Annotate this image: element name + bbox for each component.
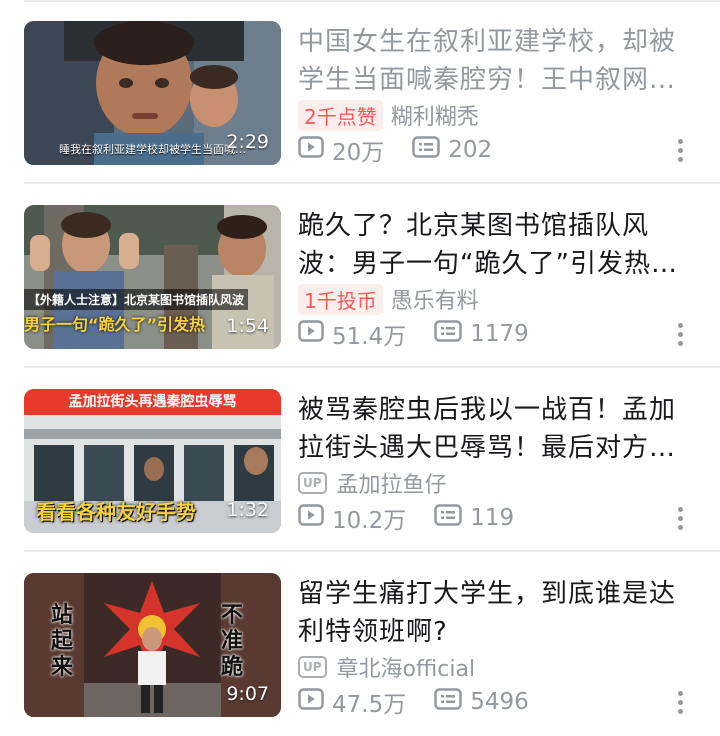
video-meta: UP 孟加拉鱼仔 — [298, 468, 447, 498]
danmaku-icon — [434, 320, 462, 348]
video-duration: 2:29 — [226, 131, 269, 153]
like-badge: 2千点赞 — [298, 99, 383, 131]
view-count: 20万 — [332, 140, 385, 166]
author-name[interactable]: 愚乐有料 — [391, 283, 479, 315]
more-icon[interactable] — [668, 504, 692, 532]
video-duration: 1:32 — [226, 499, 269, 521]
play-count-icon — [298, 688, 324, 716]
play-count-icon — [298, 320, 324, 348]
video-stats: 10.2万 119 — [298, 502, 514, 534]
up-icon: UP — [298, 472, 327, 494]
thumbnail-caption: 男子一句“跪久了”引发热 — [24, 315, 206, 334]
danmaku-count: 5496 — [470, 689, 529, 715]
video-stats: 51.4万 1179 — [298, 318, 529, 350]
danmaku-icon — [434, 688, 462, 716]
danmaku-count: 1179 — [470, 321, 529, 347]
view-count: 10.2万 — [332, 508, 407, 534]
video-meta: 1千投币 愚乐有料 — [298, 283, 479, 315]
danmaku-count: 202 — [448, 137, 493, 163]
more-icon[interactable] — [668, 688, 692, 716]
video-card[interactable]: 孟加拉街头再遇秦腔虫辱骂 看看各种友好手势 1:32 被骂秦腔虫后我以一战百！孟… — [0, 368, 720, 552]
video-meta: 2千点赞 糊利糊秃 — [298, 99, 479, 131]
video-stats: 20万 202 — [298, 134, 492, 166]
more-icon[interactable] — [668, 136, 692, 164]
danmaku-icon — [434, 504, 462, 532]
video-thumbnail[interactable]: 站起来 不准跪 9:07 — [24, 573, 281, 717]
author-name[interactable]: 糊利糊秃 — [391, 99, 479, 131]
video-stats: 47.5万 5496 — [298, 686, 529, 718]
coin-badge: 1千投币 — [298, 283, 383, 315]
video-thumbnail[interactable]: 睡我在叙利亚建学校却被学生当面喊… 2:29 — [24, 21, 281, 165]
video-title[interactable]: 被骂秦腔虫后我以一战百！孟加拉街头遇大巴辱骂！最后对方… — [298, 391, 698, 467]
more-icon[interactable] — [668, 320, 692, 348]
play-count-icon — [298, 136, 324, 164]
thumbnail-left-text: 站起来 — [50, 603, 73, 680]
thumbnail-tag: 【外籍人士注意】北京某图书馆插队风波 — [24, 289, 249, 310]
thumbnail-banner: 孟加拉街头再遇秦腔虫辱骂 — [24, 389, 281, 415]
danmaku-count: 119 — [470, 505, 515, 531]
video-duration: 1:54 — [226, 315, 269, 337]
play-count-icon — [298, 504, 324, 532]
video-card[interactable]: 睡我在叙利亚建学校却被学生当面喊… 2:29 中国女生在叙利亚建学校，却被学生当… — [0, 0, 720, 184]
video-card[interactable]: 【外籍人士注意】北京某图书馆插队风波 男子一句“跪久了”引发热 1:54 跪久了… — [0, 184, 720, 368]
video-card[interactable]: 站起来 不准跪 9:07 留学生痛打大学生，到底谁是达利特领班啊? UP 章北海… — [0, 552, 720, 736]
thumbnail-right-text: 不准跪 — [220, 603, 243, 680]
thumbnail-caption: 看看各种友好手势 — [36, 500, 196, 524]
danmaku-icon — [412, 136, 441, 164]
author-name[interactable]: 章北海official — [337, 651, 476, 683]
video-thumbnail[interactable]: 【外籍人士注意】北京某图书馆插队风波 男子一句“跪久了”引发热 1:54 — [24, 205, 281, 349]
video-meta: UP 章北海official — [298, 652, 475, 682]
view-count: 51.4万 — [332, 324, 407, 350]
video-title[interactable]: 中国女生在叙利亚建学校，却被学生当面喊秦腔穷！王中叙网… — [298, 23, 698, 99]
author-name[interactable]: 孟加拉鱼仔 — [337, 467, 447, 499]
up-icon: UP — [298, 656, 327, 678]
video-thumbnail[interactable]: 孟加拉街头再遇秦腔虫辱骂 看看各种友好手势 1:32 — [24, 389, 281, 533]
video-title[interactable]: 留学生痛打大学生，到底谁是达利特领班啊? — [298, 575, 698, 651]
video-title[interactable]: 跪久了？北京某图书馆插队风波：男子一句“跪久了”引发热… — [298, 207, 698, 283]
video-duration: 9:07 — [226, 683, 269, 705]
view-count: 47.5万 — [332, 692, 407, 718]
